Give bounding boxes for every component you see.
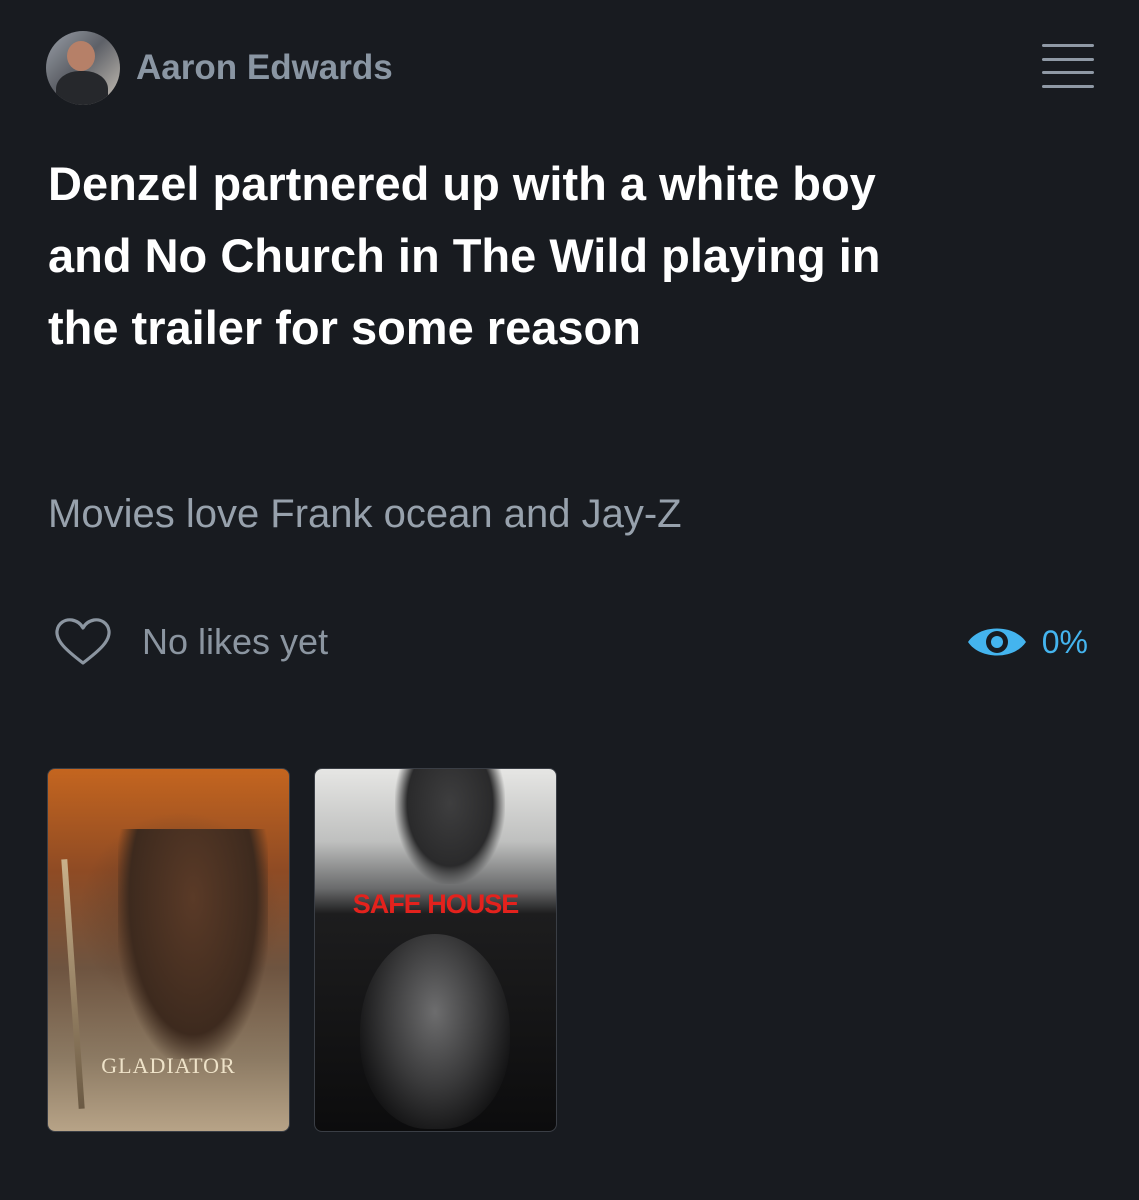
warrior-figure [118,829,268,1059]
gladiator-poster[interactable]: GLADIATOR [47,768,290,1132]
gunman-figure [395,769,505,884]
likes-count-label: No likes yet [142,621,329,662]
post-title: Denzel partnered up with a white boy and… [48,157,881,354]
post-header: Aaron Edwards [46,31,1096,105]
poster-title-safe-house: SAFE HOUSE [352,889,520,919]
views-indicator: 0% [966,622,1088,662]
hamburger-menu-icon[interactable] [1040,38,1096,94]
post-actions: No likes yet 0% [54,612,1088,672]
attached-posters: GLADIATOR SAFE HOUSE [47,768,557,1132]
poster-title-gladiator: GLADIATOR [101,1053,236,1078]
heart-outline-icon[interactable] [54,617,112,667]
like-button[interactable]: No likes yet [54,617,328,667]
safe-house-poster[interactable]: SAFE HOUSE [314,768,557,1132]
post-card: Aaron Edwards Denzel partnered up with a… [0,0,1139,1200]
portrait-face [360,934,510,1129]
author-avatar[interactable] [46,31,120,105]
post-subtitle: Movies love Frank ocean and Jay-Z [48,492,682,536]
views-percent: 0% [1041,623,1088,660]
eye-icon [967,628,1026,656]
author-name[interactable]: Aaron Edwards [136,48,393,88]
